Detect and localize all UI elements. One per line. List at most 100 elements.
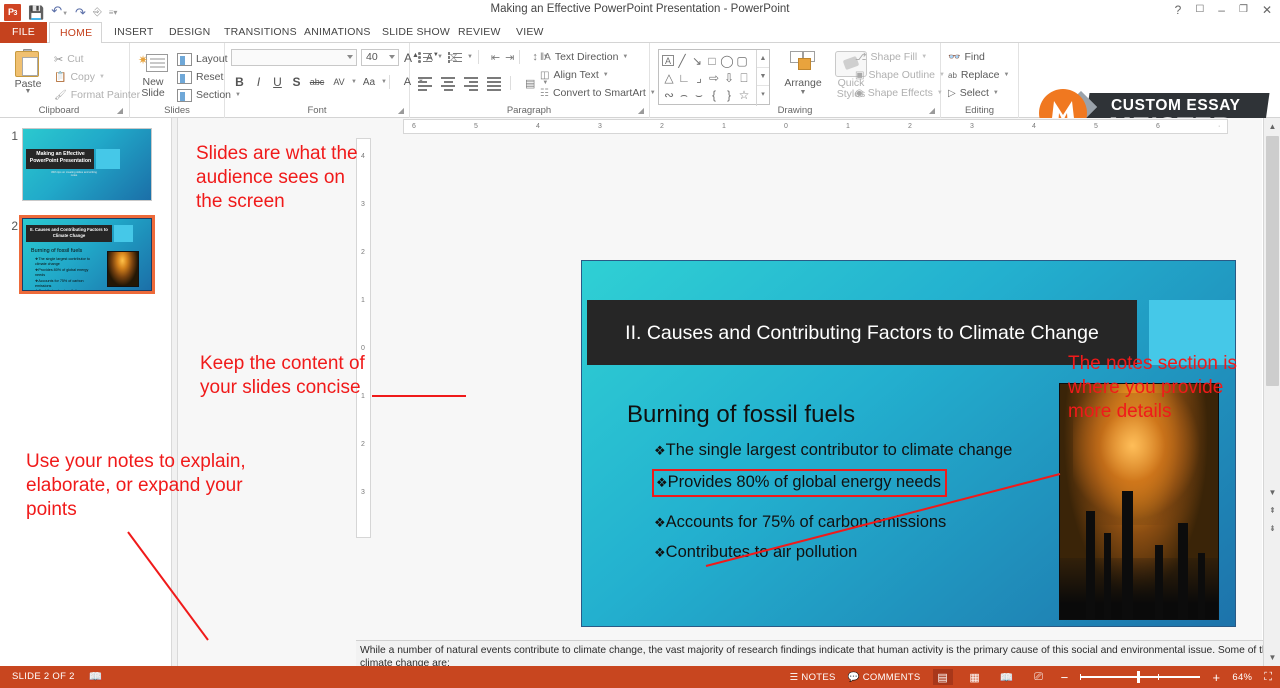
zoom-in-button[interactable]: + [1212, 670, 1220, 685]
slide-title-placeholder[interactable]: II. Causes and Contributing Factors to C… [587, 300, 1137, 365]
gallery-scroll-up-icon[interactable]: ▲ [757, 50, 769, 68]
thumbnail-2-preview[interactable]: II. Causes and Contributing Factors to C… [19, 215, 155, 294]
slide-sorter-view-icon[interactable]: ▦ [965, 669, 985, 685]
underline-button[interactable]: U [269, 75, 286, 89]
shape-textbox-icon[interactable]: A [662, 55, 674, 66]
restore-icon[interactable]: ❐ [1239, 2, 1248, 18]
numbering-icon[interactable] [447, 51, 462, 63]
shape-flowchart-icon[interactable]: ⎕ [737, 70, 751, 86]
find-button[interactable]: 👓 Find [948, 48, 1009, 66]
shape-elbow-icon[interactable]: ∟ [677, 70, 691, 86]
change-case-button[interactable]: Aa [359, 77, 379, 88]
shape-elbow-arrow-icon[interactable]: ⌟ [692, 70, 706, 86]
shapes-gallery-scrollbar[interactable]: ▲ ▼ ▾ [756, 50, 769, 106]
shape-right-brace-icon[interactable]: } [722, 87, 736, 103]
gallery-more-icon[interactable]: ▾ [757, 86, 769, 104]
font-name-input[interactable] [231, 49, 357, 66]
shapes-gallery[interactable]: A ╱ ↘ □ ◯ ▢ △ ∟ ⌟ ⇨ ⇩ ⎕ ∾ ⌢ ⌣ { } ☆ ▲ ▼ … [658, 49, 770, 106]
normal-view-icon[interactable]: ▤ [932, 669, 953, 685]
format-painter-button[interactable]: 🖌 Format Painter [54, 86, 140, 104]
bullets-icon[interactable] [418, 51, 432, 63]
convert-to-smartart-button[interactable]: ☷ Convert to SmartArt ▼ [540, 84, 656, 102]
shape-freeform-icon[interactable]: ∾ [662, 87, 676, 103]
justify-icon[interactable] [487, 77, 503, 91]
shape-triangle-icon[interactable]: △ [662, 70, 676, 86]
tab-view[interactable]: VIEW [506, 22, 554, 43]
drawing-dialog-launcher[interactable]: ◢ [929, 106, 935, 115]
increase-indent-icon[interactable]: ⇥ [505, 51, 514, 64]
tab-slide-show[interactable]: SLIDE SHOW [372, 22, 460, 43]
align-right-icon[interactable] [464, 77, 480, 91]
spell-check-icon[interactable]: 📖 [89, 670, 103, 683]
next-slide-icon[interactable]: ⇟ [1264, 520, 1280, 537]
help-icon[interactable]: ? [1175, 2, 1182, 18]
arrange-button[interactable]: Arrange ▼ [780, 51, 826, 96]
cut-button[interactable]: ✂ Cut [54, 50, 140, 68]
select-button[interactable]: ▷ Select ▼ [948, 84, 1009, 102]
fit-slide-to-window-icon[interactable]: ⛶ [1264, 671, 1272, 684]
shape-effects-button[interactable]: ◉ Shape Effects ▼ [855, 84, 945, 102]
tab-insert[interactable]: INSERT [104, 22, 164, 43]
zoom-out-button[interactable]: − [1061, 670, 1069, 685]
tab-review[interactable]: REVIEW [448, 22, 511, 43]
new-slide-button[interactable]: ✷ New Slide [134, 51, 172, 99]
zoom-slider[interactable] [1080, 670, 1201, 684]
paste-button[interactable]: Paste ▼ [6, 49, 50, 95]
shape-arc-icon[interactable]: ⌣ [692, 87, 706, 103]
paragraph-dialog-launcher[interactable]: ◢ [638, 106, 644, 115]
thumbnail-1-preview[interactable]: Making an Effective PowerPoint Presentat… [22, 128, 152, 201]
tab-transitions[interactable]: TRANSITIONS [214, 22, 307, 43]
tab-home[interactable]: HOME [49, 22, 102, 44]
shape-arrow-icon[interactable]: ↘ [690, 53, 704, 69]
shape-right-arrow-icon[interactable]: ⇨ [707, 70, 721, 86]
copy-button[interactable]: 📋 Copy ▼ [54, 68, 140, 86]
shadow-button[interactable]: S [288, 75, 305, 89]
shape-rect-icon[interactable]: □ [705, 53, 719, 69]
italic-button[interactable]: I [250, 75, 267, 89]
replace-button[interactable]: ab Replace ▼ [948, 66, 1009, 84]
slide-show-view-icon[interactable]: ⎚ [1029, 669, 1049, 685]
clipboard-dialog-launcher[interactable]: ◢ [117, 106, 123, 115]
thumbnail-1[interactable]: 1 Making an Effective PowerPoint Present… [6, 128, 152, 201]
columns-icon[interactable]: ▤ [525, 77, 535, 90]
line-spacing-icon[interactable]: ↕ [532, 51, 538, 63]
previous-slide-icon[interactable]: ⇞ [1264, 502, 1280, 519]
slide-thumbnail-pane[interactable]: 1 Making an Effective PowerPoint Present… [0, 118, 172, 666]
decrease-indent-icon[interactable]: ⇤ [491, 51, 500, 64]
tab-design[interactable]: DESIGN [159, 22, 220, 43]
notes-button[interactable]: ☰ NOTES [790, 672, 836, 683]
comments-button[interactable]: 💬 COMMENTS [848, 672, 921, 683]
font-size-input[interactable]: 40 [361, 49, 399, 66]
ribbon-display-options-icon[interactable]: ☐ [1195, 2, 1204, 18]
vertical-scrollbar[interactable]: ▲ ▼ ⇞ ⇟ ▼ [1263, 118, 1280, 666]
thumbnail-2[interactable]: 2 II. Causes and Contributing Factors to… [6, 215, 155, 294]
slide-canvas[interactable]: II. Causes and Contributing Factors to C… [581, 260, 1236, 627]
bold-button[interactable]: B [231, 75, 248, 89]
scroll-up-icon[interactable]: ▲ [1264, 118, 1280, 135]
reading-view-icon[interactable]: 📖 [997, 669, 1017, 685]
slide-heading[interactable]: Burning of fossil fuels [627, 401, 855, 429]
shape-curve-icon[interactable]: ⌢ [677, 87, 691, 103]
tab-file[interactable]: FILE [0, 22, 47, 43]
shape-line-icon[interactable]: ╱ [675, 53, 689, 69]
scrollbar-thumb[interactable] [1266, 136, 1279, 386]
minimize-icon[interactable]: – [1218, 2, 1225, 18]
shape-star-icon[interactable]: ☆ [737, 87, 751, 103]
shape-rounded-rect-icon[interactable]: ▢ [735, 53, 749, 69]
shape-fill-button[interactable]: ⎇ Shape Fill ▼ [855, 48, 945, 66]
align-center-icon[interactable] [441, 77, 457, 91]
close-icon[interactable]: ✕ [1262, 2, 1272, 18]
shape-down-arrow-icon[interactable]: ⇩ [722, 70, 736, 86]
notes-scroll-down-icon[interactable]: ▼ [1264, 649, 1280, 666]
align-text-button[interactable]: ◫ Align Text ▼ [540, 66, 656, 84]
align-left-icon[interactable] [418, 77, 434, 91]
shape-left-brace-icon[interactable]: { [707, 87, 721, 103]
text-direction-button[interactable]: ‖A Text Direction ▼ [540, 48, 656, 66]
tab-animations[interactable]: ANIMATIONS [294, 22, 381, 43]
font-dialog-launcher[interactable]: ◢ [398, 106, 404, 115]
shape-outline-button[interactable]: ▣ Shape Outline ▼ [855, 66, 945, 84]
slide-body-placeholder[interactable]: ❖The single largest contributor to clima… [652, 439, 1069, 571]
scroll-down-icon[interactable]: ▼ [1264, 484, 1280, 501]
shape-oval-icon[interactable]: ◯ [720, 53, 734, 69]
character-spacing-button[interactable]: AV [329, 77, 349, 87]
